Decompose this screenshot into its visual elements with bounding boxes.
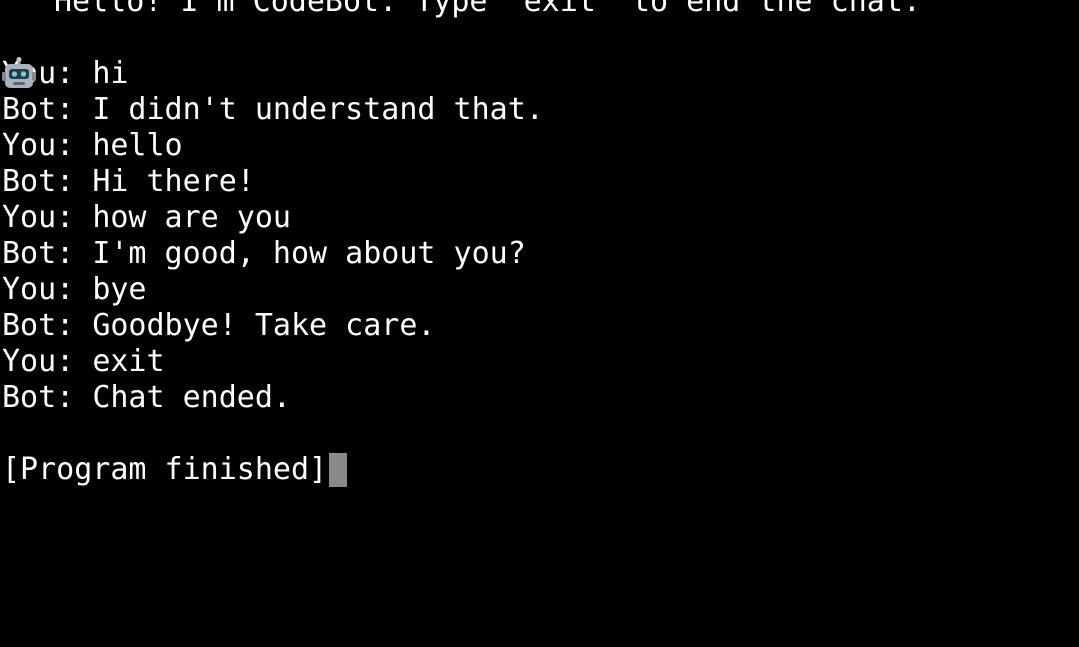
program-finished-text: [Program finished] [2, 452, 328, 487]
message-text: I didn't understand that. [92, 92, 544, 127]
message-text: how are you [92, 200, 291, 235]
chat-line: Bot: I didn't understand that. [2, 92, 1079, 128]
chat-line: Bot: I'm good, how about you? [2, 236, 1079, 272]
terminal-window[interactable]: Hello! I'm CodeBot. Type 'exit' to end t… [0, 0, 1079, 647]
message-text: I'm good, how about you? [92, 236, 526, 271]
speaker-label: Bot: [2, 308, 93, 343]
speaker-label: Bot: [2, 236, 93, 271]
chat-line: You: exit [2, 344, 1079, 380]
robot-icon [2, 0, 36, 88]
welcome-line: Hello! I'm CodeBot. Type 'exit' to end t… [2, 0, 1079, 88]
message-text: Goodbye! Take care. [92, 308, 436, 343]
speaker-label: You: [2, 344, 93, 379]
speaker-label: Bot: [2, 164, 93, 199]
speaker-label: Bot: [2, 380, 93, 415]
text-cursor [329, 453, 348, 487]
speaker-label: You: [2, 272, 93, 307]
conversation-log: You: hi Bot: I didn't understand that. You… [2, 56, 1079, 416]
welcome-text: Hello! I'm CodeBot. Type 'exit' to end t… [54, 0, 921, 19]
speaker-label: You: [2, 200, 93, 235]
message-text: exit [92, 344, 165, 379]
message-text: Chat ended. [92, 380, 291, 415]
message-text: Hi there! [92, 164, 255, 199]
chat-line: Bot: Chat ended. [2, 380, 1079, 416]
status-line: [Program finished] [2, 452, 1079, 488]
chat-line: Bot: Hi there! [2, 164, 1079, 200]
chat-line: Bot: Goodbye! Take care. [2, 308, 1079, 344]
chat-line: You: bye [2, 272, 1079, 308]
chat-line: You: hello [2, 128, 1079, 164]
chat-line: You: hi [2, 56, 1079, 92]
chat-line: You: how are you [2, 200, 1079, 236]
message-text: hi [92, 56, 129, 91]
message-text: hello [92, 128, 183, 163]
message-text: bye [92, 272, 147, 307]
